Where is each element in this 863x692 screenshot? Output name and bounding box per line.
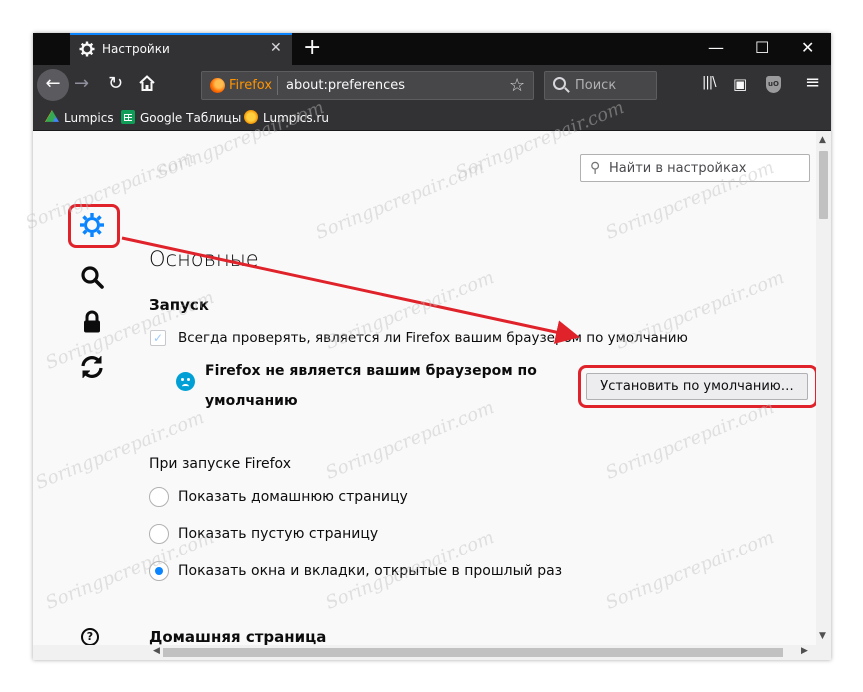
- hscrollbar-thumb[interactable]: [163, 648, 783, 657]
- navigation-toolbar: ← → ↻ Firefox about:preferences ☆ Поиск …: [33, 65, 831, 105]
- scrollbar-thumb[interactable]: [819, 151, 828, 219]
- find-in-settings-input[interactable]: ⚲ Найти в настройках: [580, 154, 810, 182]
- new-tab-button[interactable]: +: [303, 36, 321, 60]
- bookmark-label: Lumpics.ru: [263, 111, 329, 125]
- search-bar[interactable]: Поиск: [544, 71, 657, 100]
- reload-button[interactable]: ↻: [108, 73, 123, 94]
- homepage-heading: Домашняя страница: [149, 628, 327, 646]
- bookmark-lumpics-ru[interactable]: Lumpics.ru: [244, 110, 329, 125]
- bookmark-star-icon[interactable]: ☆: [509, 75, 525, 96]
- home-icon[interactable]: [138, 74, 156, 92]
- back-button[interactable]: ←: [37, 69, 69, 101]
- tab-bar: Настройки ✕ + — ☐ ✕: [33, 33, 831, 65]
- tab-title: Настройки: [102, 42, 170, 56]
- vertical-scrollbar[interactable]: ▲ ▼: [816, 131, 831, 660]
- url-bar[interactable]: Firefox about:preferences ☆: [201, 71, 534, 100]
- scroll-up-icon[interactable]: ▲: [819, 135, 826, 145]
- search-icon: [553, 77, 566, 90]
- on-start-label: При запуске Firefox: [149, 456, 291, 472]
- minimize-button[interactable]: —: [708, 39, 724, 57]
- forward-button[interactable]: →: [74, 73, 89, 94]
- ublock-icon[interactable]: uO: [766, 76, 781, 93]
- firefox-logo-icon: [210, 78, 225, 93]
- search-placeholder: Поиск: [575, 78, 617, 93]
- general-category-highlight: [68, 204, 120, 248]
- scroll-left-icon[interactable]: ◀: [153, 646, 160, 656]
- bookmark-label: Google Таблицы: [140, 111, 242, 125]
- search-icon[interactable]: [77, 262, 107, 292]
- help-icon[interactable]: ?: [81, 628, 99, 646]
- page-title: Основные: [149, 247, 259, 271]
- google-sheets-icon: [121, 110, 135, 124]
- radio-show-homepage[interactable]: [149, 487, 169, 507]
- url-text[interactable]: about:preferences: [286, 78, 405, 93]
- bookmark-label: Lumpics: [64, 111, 114, 125]
- not-default-message-line1: Firefox не является вашим браузером по: [205, 363, 537, 379]
- gear-icon: [79, 41, 95, 57]
- lock-icon[interactable]: [77, 307, 107, 337]
- always-check-default-checkbox[interactable]: ✓: [150, 330, 166, 346]
- search-icon: ⚲: [590, 160, 601, 176]
- set-default-button[interactable]: Установить по умолчанию…: [586, 373, 808, 400]
- close-window-button[interactable]: ✕: [801, 39, 814, 57]
- sad-face-icon: [176, 372, 195, 391]
- sidebar-icon[interactable]: ▣: [733, 75, 747, 93]
- library-icon[interactable]: |||\: [702, 75, 716, 90]
- radio-show-blank-page[interactable]: [149, 524, 169, 544]
- find-placeholder: Найти в настройках: [609, 161, 747, 176]
- radio-label: Показать пустую страницу: [178, 526, 379, 542]
- tab-close-icon[interactable]: ✕: [270, 40, 282, 56]
- radio-label: Показать домашнюю страницу: [178, 489, 408, 505]
- lumpics-icon: [244, 110, 258, 124]
- always-check-default-label: Всегда проверять, является ли Firefox ва…: [178, 330, 688, 346]
- radio-label: Показать окна и вкладки, открытые в прош…: [178, 563, 563, 579]
- preferences-page: ⚲ Найти в настройках ? Основные Запуск ✓…: [33, 131, 831, 660]
- menu-icon[interactable]: ≡: [805, 72, 820, 93]
- not-default-message-line2: умолчанию: [205, 393, 298, 409]
- tab-settings[interactable]: Настройки ✕: [70, 33, 292, 65]
- radio-restore-session[interactable]: [149, 561, 169, 581]
- horizontal-scrollbar[interactable]: ◀ ▶: [33, 645, 816, 660]
- maximize-button[interactable]: ☐: [755, 39, 769, 57]
- sync-icon[interactable]: [77, 352, 107, 382]
- bookmark-google-sheets[interactable]: Google Таблицы: [121, 110, 241, 125]
- google-drive-icon: [45, 110, 59, 122]
- bookmark-lumpics[interactable]: Lumpics: [45, 110, 114, 125]
- browser-window: Настройки ✕ + — ☐ ✕ ← → ↻ Firefox about:…: [33, 33, 831, 660]
- url-separator: [277, 76, 278, 95]
- bookmarks-toolbar: Lumpics Google Таблицы Lumpics.ru: [33, 105, 831, 131]
- startup-heading: Запуск: [149, 296, 209, 314]
- identity-label: Firefox: [229, 78, 273, 93]
- scroll-down-icon[interactable]: ▼: [819, 631, 826, 641]
- scroll-right-icon[interactable]: ▶: [801, 646, 808, 656]
